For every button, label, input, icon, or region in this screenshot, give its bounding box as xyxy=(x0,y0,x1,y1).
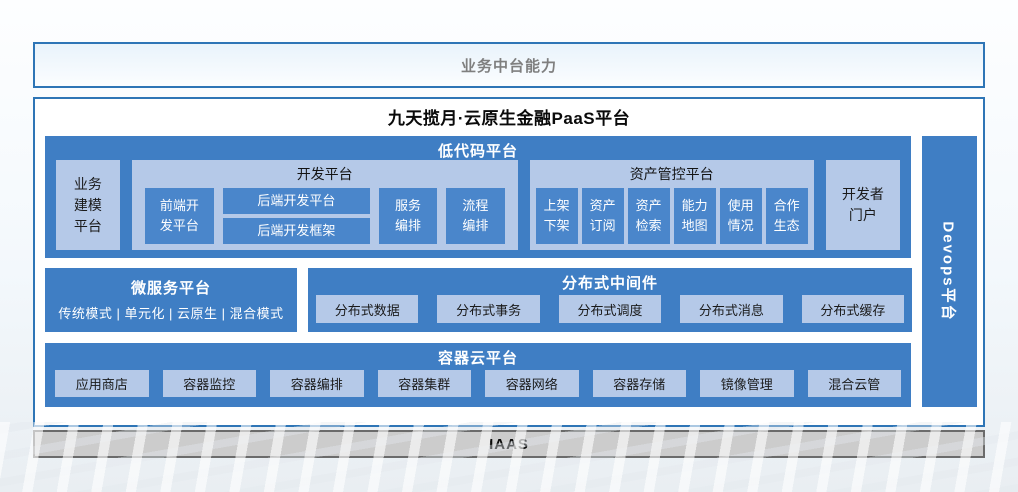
container-network-box: 容器网络 xyxy=(485,370,579,397)
iaas-bar: IAAS xyxy=(33,430,985,458)
capability-map-box: 能力 地图 xyxy=(674,188,716,244)
section-distributed-middleware: 分布式中间件 分布式数据 分布式事务 分布式调度 分布式消息 分布式缓存 xyxy=(308,268,912,332)
iaas-label: IAAS xyxy=(489,436,529,453)
backend-dev-framework-box: 后端开发框架 xyxy=(223,218,370,244)
distributed-message-box: 分布式消息 xyxy=(680,295,782,323)
container-monitoring-box: 容器监控 xyxy=(163,370,257,397)
distributed-middleware-row: 分布式数据 分布式事务 分布式调度 分布式消息 分布式缓存 xyxy=(308,292,912,323)
backend-column: 后端开发平台 后端开发框架 xyxy=(223,188,370,244)
distributed-middleware-title: 分布式中间件 xyxy=(308,268,912,292)
paas-platform-box: 九天揽月·云原生金融PaaS平台 低代码平台 业务 建模 平台 开发平台 前端开… xyxy=(33,97,985,427)
developer-portal-box: 开发者 门户 xyxy=(826,160,900,250)
process-orchestration-box: 流程 编排 xyxy=(446,188,504,244)
container-orchestration-box: 容器编排 xyxy=(270,370,364,397)
container-cloud-row: 应用商店 容器监控 容器编排 容器集群 容器网络 容器存储 镜像管理 混合云管 xyxy=(45,367,911,397)
distributed-scheduling-box: 分布式调度 xyxy=(559,295,661,323)
distributed-transaction-box: 分布式事务 xyxy=(437,295,539,323)
image-management-box: 镜像管理 xyxy=(700,370,794,397)
asset-subscription-box: 资产 订阅 xyxy=(582,188,624,244)
business-modeling-platform-box: 业务 建模 平台 xyxy=(56,160,120,250)
business-middle-platform-label: 业务中台能力 xyxy=(461,55,557,76)
architecture-diagram: 业务中台能力 九天揽月·云原生金融PaaS平台 低代码平台 业务 建模 平台 开… xyxy=(0,0,1018,492)
devops-platform-label: Devops平台 xyxy=(939,221,960,321)
cooperation-ecosystem-box: 合作 生态 xyxy=(766,188,808,244)
backend-dev-platform-box: 后端开发平台 xyxy=(223,188,370,214)
distributed-cache-box: 分布式缓存 xyxy=(802,295,904,323)
container-cluster-box: 容器集群 xyxy=(378,370,472,397)
low-code-platform-body: 业务 建模 平台 开发平台 前端开 发平台 后端开发平台 后端开发框架 服务 编… xyxy=(45,160,911,250)
dev-platform-title: 开发平台 xyxy=(143,162,507,188)
asset-onoff-shelf-box: 上架 下架 xyxy=(536,188,578,244)
section-microservice-platform: 微服务平台 传统模式 | 单元化 | 云原生 | 混合模式 xyxy=(45,268,297,332)
usage-status-box: 使用 情况 xyxy=(720,188,762,244)
business-middle-platform-banner: 业务中台能力 xyxy=(33,42,985,88)
distributed-data-box: 分布式数据 xyxy=(316,295,418,323)
asset-search-box: 资产 检索 xyxy=(628,188,670,244)
container-storage-box: 容器存储 xyxy=(593,370,687,397)
frontend-dev-platform-box: 前端开 发平台 xyxy=(145,188,214,244)
asset-control-platform-title: 资产管控平台 xyxy=(536,162,808,188)
hybrid-cloud-management-box: 混合云管 xyxy=(808,370,902,397)
microservice-platform-title: 微服务平台 xyxy=(45,268,297,298)
low-code-platform-title: 低代码平台 xyxy=(45,136,911,160)
dev-platform-row: 前端开 发平台 后端开发平台 后端开发框架 服务 编排 流程 编排 xyxy=(143,188,507,244)
service-orchestration-box: 服务 编排 xyxy=(379,188,437,244)
section-container-cloud-platform: 容器云平台 应用商店 容器监控 容器编排 容器集群 容器网络 容器存储 镜像管理… xyxy=(45,343,911,407)
asset-control-platform-group: 资产管控平台 上架 下架 资产 订阅 资产 检索 能力 地图 使用 情况 合作 … xyxy=(530,160,814,250)
app-store-box: 应用商店 xyxy=(55,370,149,397)
container-cloud-platform-title: 容器云平台 xyxy=(45,343,911,367)
microservice-modes-label: 传统模式 | 单元化 | 云原生 | 混合模式 xyxy=(45,298,297,322)
section-low-code-platform: 低代码平台 业务 建模 平台 开发平台 前端开 发平台 后端开发平台 后端开发框… xyxy=(45,136,911,258)
asset-control-platform-row: 上架 下架 资产 订阅 资产 检索 能力 地图 使用 情况 合作 生态 xyxy=(536,188,808,244)
platform-title: 九天揽月·云原生金融PaaS平台 xyxy=(35,104,983,129)
devops-platform-bar: Devops平台 xyxy=(922,136,977,407)
dev-platform-group: 开发平台 前端开 发平台 后端开发平台 后端开发框架 服务 编排 流程 编排 xyxy=(132,160,518,250)
